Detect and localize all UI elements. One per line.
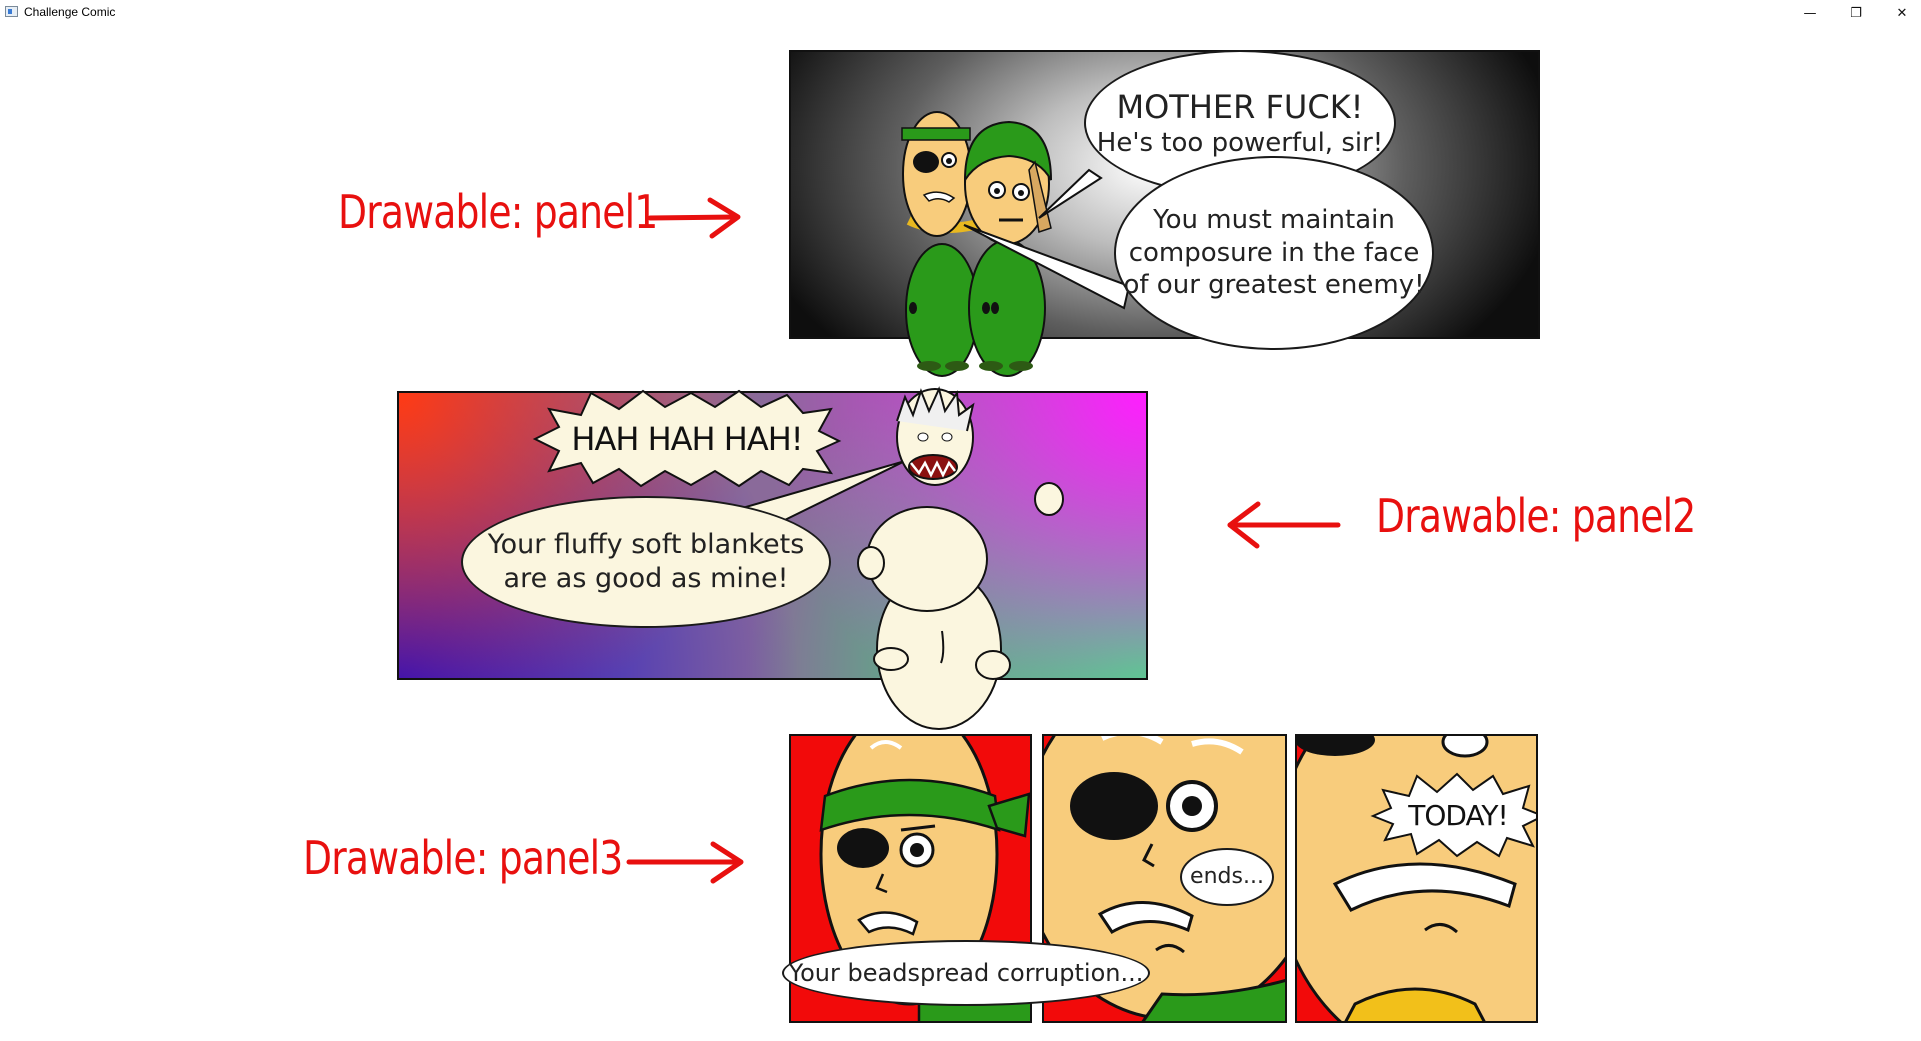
bubble-text: Your fluffy soft blankets: [487, 529, 805, 561]
speech-bubble: ends...: [1180, 848, 1274, 906]
arrow-right-icon: [647, 197, 741, 239]
restore-button[interactable]: ❐: [1833, 0, 1879, 26]
annotation-panel1-label: Drawable: panel1: [338, 185, 658, 239]
comic-panel-3c: TODAY!: [1295, 734, 1538, 1023]
speech-bubble-wide: Your beadspread corruption...: [782, 940, 1150, 1006]
title-bar: Challenge Comic — ❐ ✕: [0, 0, 1921, 26]
comic-panel-1: MOTHER FUCK! He's too powerful, sir! You…: [789, 50, 1540, 377]
bubble-text: You must maintain: [1153, 205, 1395, 236]
window-title: Challenge Comic: [24, 5, 116, 19]
shout-bubble: TODAY!: [1370, 772, 1536, 858]
app-icon: [5, 6, 18, 17]
minimize-button[interactable]: —: [1787, 0, 1833, 26]
close-button[interactable]: ✕: [1879, 0, 1921, 26]
bubble-text: He's too powerful, sir!: [1096, 127, 1384, 158]
speech-bubble-bottom: You must maintain composure in the face …: [1114, 156, 1434, 350]
shout-text: TODAY!: [1408, 798, 1509, 832]
bubble-text: Your beadspread corruption...: [788, 959, 1144, 987]
bubble-text: composure in the face: [1128, 237, 1420, 268]
bubble-text: MOTHER FUCK!: [1116, 87, 1364, 126]
speech-bubble: Your fluffy soft blankets are as good as…: [461, 496, 831, 628]
bubble-text: of our greatest enemy!: [1123, 270, 1425, 301]
arrow-left-icon: [1227, 501, 1341, 549]
bubble-text: ends...: [1190, 864, 1264, 890]
annotation-panel2-label: Drawable: panel2: [1376, 489, 1696, 543]
bubble-text: are as good as mine!: [503, 563, 789, 594]
shout-bubble: HAH HAH HAH!: [532, 389, 842, 488]
annotation-panel3-label: Drawable: panel3: [303, 831, 623, 885]
arrow-right-icon: [626, 841, 744, 884]
comic-panel-2: HAH HAH HAH! Your fluffy soft blankets a…: [397, 386, 1148, 730]
shout-text: HAH HAH HAH!: [571, 419, 803, 458]
